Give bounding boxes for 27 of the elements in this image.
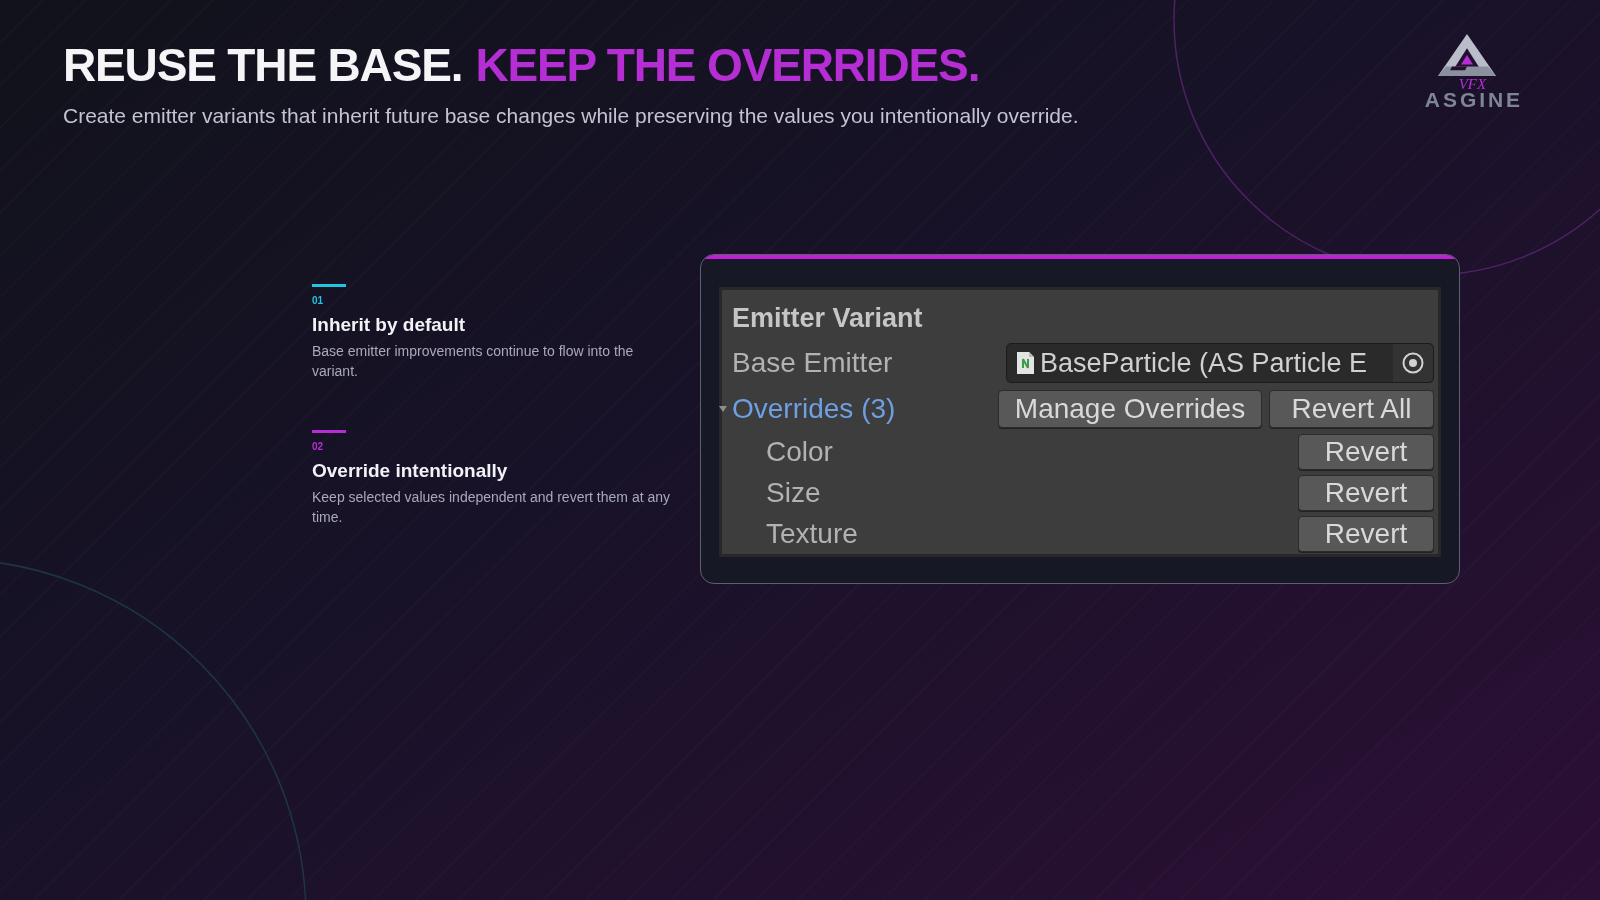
logo-icon	[1438, 34, 1497, 76]
override-label: Size	[766, 478, 821, 507]
revert-all-button[interactable]: Revert All	[1269, 389, 1434, 428]
logo-tag: VFX	[1458, 77, 1487, 92]
point-title: Override intentionally	[312, 461, 509, 480]
property-label: Base Emitter	[732, 349, 893, 377]
override-label: Texture	[766, 519, 858, 548]
step-number: 01	[312, 296, 325, 306]
object-picker-button[interactable]	[1393, 344, 1433, 382]
headline: KEEP THE OVERRIDES.	[475, 42, 980, 88]
subtitle: Create emitter variants that inherit future base changes while preserving the values you intentionally override.	[63, 104, 1079, 128]
manage-overrides-button[interactable]: Manage Overrides	[998, 389, 1262, 428]
revert-button[interactable]: Revert	[1298, 474, 1434, 511]
step-number: 02	[312, 442, 325, 452]
point-description: Base emitter improvements continue to flow into the variant.	[312, 342, 635, 381]
headline: REUSE THE BASE.	[63, 42, 463, 88]
revert-button[interactable]: Revert	[1298, 433, 1434, 470]
target-icon	[1402, 352, 1424, 374]
overrides-foldout[interactable]: Overrides (3)	[732, 394, 896, 423]
revert-button[interactable]: Revert	[1298, 515, 1434, 552]
point-description: Keep selected values independent and revert them at any time.	[312, 488, 672, 527]
point-title: Inherit by default	[312, 315, 467, 334]
section-title: Emitter Variant	[732, 304, 923, 332]
object-field[interactable]: BaseParticle (AS Particle E	[1006, 343, 1434, 383]
override-label: Color	[766, 437, 833, 466]
logo-wordmark: ASGINE	[1424, 89, 1523, 110]
file-icon	[1017, 352, 1034, 374]
